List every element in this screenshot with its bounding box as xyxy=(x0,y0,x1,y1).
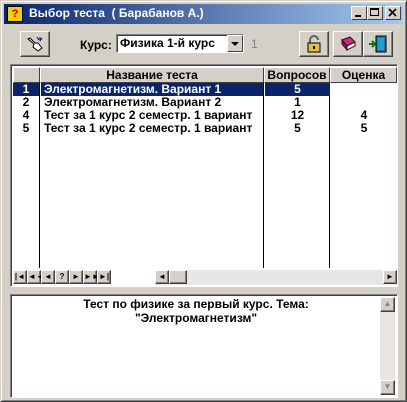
pointing-hand-icon xyxy=(27,36,43,52)
test-description[interactable]: Тест по физике за первый курс. Тема: "Эл… xyxy=(10,294,398,398)
description-line-1: Тест по физике за первый курс. Тема: xyxy=(83,297,309,311)
test-name: Тест за 1 курс 2 семестр. 1 вариант xyxy=(44,122,253,135)
vertical-scrollbar[interactable]: ▲ ▼ xyxy=(380,297,395,395)
page-forward-button[interactable]: ►► xyxy=(83,270,100,284)
column-header-grade[interactable]: Оценка xyxy=(330,67,397,83)
column-header-name[interactable]: Название теста xyxy=(40,67,264,83)
minimize-button[interactable] xyxy=(351,6,367,20)
row-number: 2 xyxy=(22,96,30,109)
test-name: Электромагнетизм. Вариант 1 xyxy=(41,83,263,96)
padlock-icon xyxy=(307,35,321,53)
row-number: 4 xyxy=(22,109,30,122)
page-back-button[interactable]: ◄◄ xyxy=(27,270,44,284)
exit-door-icon xyxy=(369,35,387,53)
maximize-button[interactable] xyxy=(367,6,383,20)
grade xyxy=(331,96,397,109)
table-row[interactable]: 2 Электромагнетизм. Вариант 2 1 xyxy=(13,96,397,109)
tests-grid[interactable]: Название теста Вопросов Оценка 1 Электро… xyxy=(10,64,398,287)
scroll-up-arrow-icon[interactable]: ▲ xyxy=(380,297,395,312)
grade: 5 xyxy=(360,122,368,135)
grade xyxy=(331,83,397,96)
course-select-value: Физика 1-й курс xyxy=(120,36,215,50)
record-navigator: |◄ ◄◄ ◄ ? ► ►► ►| xyxy=(13,270,111,285)
scroll-right-arrow-icon[interactable]: ► xyxy=(383,270,397,284)
question-count: 12 xyxy=(290,109,305,122)
table-row[interactable]: 4 Тест за 1 курс 2 семестр. 1 вариант 12… xyxy=(13,109,397,122)
maximize-icon xyxy=(370,8,379,16)
book-button[interactable] xyxy=(333,31,363,57)
minimize-icon xyxy=(355,15,361,17)
test-name: Тест за 1 курс 2 семестр. 1 вариант xyxy=(44,109,253,122)
first-record-button[interactable]: |◄ xyxy=(13,270,27,284)
course-select[interactable]: Физика 1-й курс xyxy=(116,34,244,53)
unlock-button[interactable] xyxy=(299,31,329,57)
row-number: 1 xyxy=(13,83,39,96)
exit-button[interactable] xyxy=(363,31,393,57)
table-row[interactable]: 1 Электромагнетизм. Вариант 1 5 xyxy=(13,83,397,96)
description-line-2: "Электромагнетизм" xyxy=(134,311,258,325)
app-help-icon: ? xyxy=(7,6,23,22)
course-number: 1 xyxy=(251,37,258,51)
question-count: 1 xyxy=(294,96,301,109)
window-title: Выбор теста ( Барабанов А.) xyxy=(29,6,204,20)
table-row[interactable]: 5 Тест за 1 курс 2 семестр. 1 вариант 5 … xyxy=(13,122,397,135)
row-number: 5 xyxy=(22,122,30,135)
horizontal-scrollbar[interactable]: ◄ ► xyxy=(155,270,397,285)
indicator-header xyxy=(13,67,40,83)
scroll-down-arrow-icon[interactable]: ▼ xyxy=(380,380,395,395)
question-count: 5 xyxy=(294,122,301,135)
grade: 4 xyxy=(360,109,368,122)
question-count: 5 xyxy=(265,83,330,96)
column-header-questions[interactable]: Вопросов xyxy=(264,67,330,83)
main-window: ? Выбор теста ( Барабанов А.) Курс: Физи… xyxy=(0,0,407,402)
scroll-thumb[interactable] xyxy=(169,270,187,284)
select-test-button[interactable] xyxy=(20,31,50,57)
test-name: Электромагнетизм. Вариант 2 xyxy=(44,96,222,109)
close-button[interactable] xyxy=(385,6,401,20)
help-button[interactable]: ? xyxy=(55,270,69,284)
course-label: Курс: xyxy=(80,38,112,52)
scroll-left-arrow-icon[interactable]: ◄ xyxy=(155,270,169,284)
close-icon xyxy=(388,8,397,17)
book-icon xyxy=(341,36,356,52)
chevron-down-icon[interactable] xyxy=(227,35,243,52)
last-record-button[interactable]: ►| xyxy=(97,270,111,284)
title-bar[interactable]: ? Выбор теста ( Барабанов А.) xyxy=(4,4,403,24)
next-record-button[interactable]: ► xyxy=(69,270,83,284)
description-text: Тест по физике за первый курс. Тема: "Эл… xyxy=(13,297,379,325)
prev-record-button[interactable]: ◄ xyxy=(41,270,55,284)
